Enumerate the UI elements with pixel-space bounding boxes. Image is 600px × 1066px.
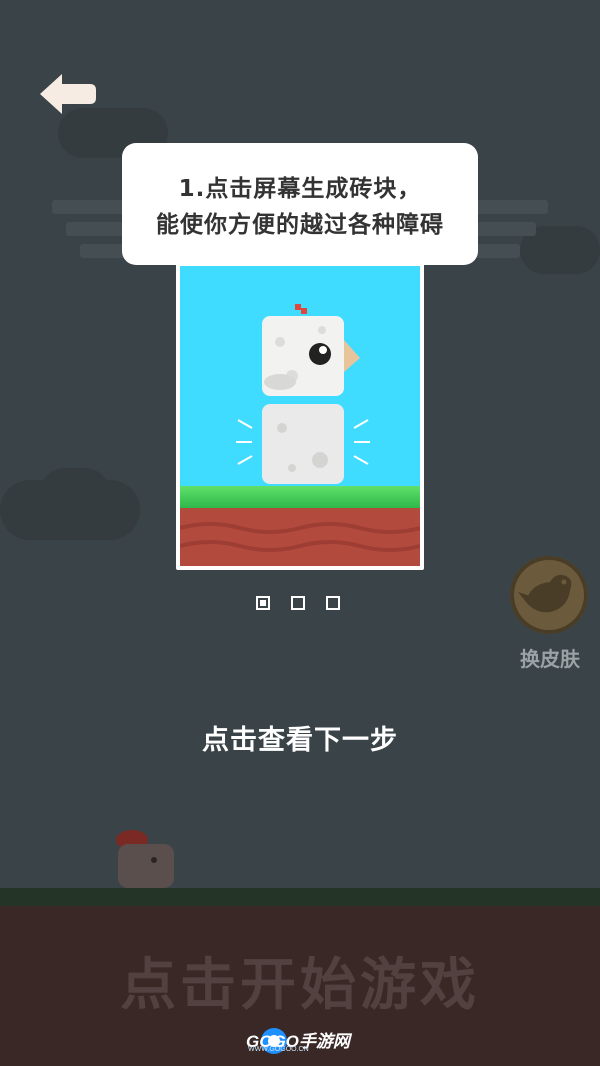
watermark-domain: WWW.GOGOO.CN — [248, 1046, 309, 1053]
back-button[interactable] — [36, 68, 100, 120]
pagination-dot-1[interactable] — [256, 596, 270, 610]
tooltip-line-2: 能使你方便的越过各种障碍 — [156, 212, 444, 238]
change-skin-button[interactable] — [510, 556, 588, 634]
next-step-button[interactable]: 点击查看下一步 — [0, 718, 600, 757]
back-arrow-icon — [40, 74, 96, 114]
pagination-dot-2[interactable] — [291, 596, 305, 610]
ground-grass — [0, 888, 600, 908]
tutorial-tooltip: 1.点击屏幕生成砖块， 能使你方便的越过各种障碍 — [122, 143, 478, 265]
change-skin-label: 换皮肤 — [520, 647, 580, 671]
pagination-dot-3[interactable] — [326, 596, 340, 610]
start-game-button[interactable]: 点击开始游戏 — [0, 940, 600, 1021]
bird-icon — [518, 574, 572, 613]
tooltip-line-1: 1.点击屏幕生成砖块， — [178, 176, 422, 202]
chicken-character-icon — [236, 304, 370, 484]
tutorial-dirt — [180, 508, 420, 566]
background-cloud — [40, 468, 110, 518]
chicken-on-ground-icon — [116, 830, 174, 888]
